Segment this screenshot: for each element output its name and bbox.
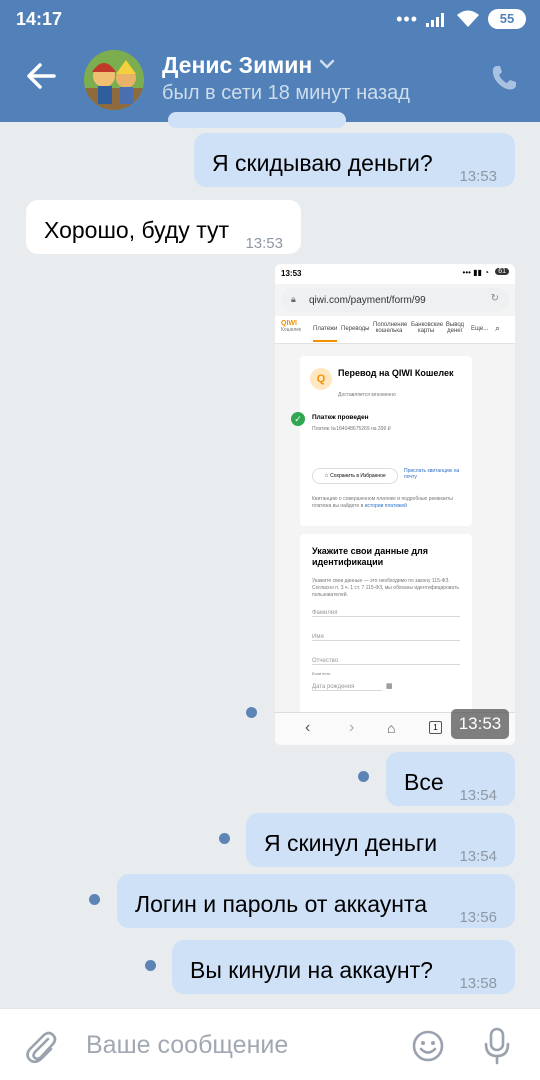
attachment-battery: 61 <box>495 268 509 275</box>
browser-back-icon: ‹ <box>305 719 311 736</box>
message-text: Логин и пароль от аккаунта <box>135 891 428 917</box>
battery-indicator: 55 <box>488 9 526 29</box>
message-time: 13:53 <box>245 235 283 252</box>
attachment-url-bar: 🔒︎ qiwi.com/payment/form/99 ↻ <box>281 288 509 312</box>
avatar-image <box>84 50 144 110</box>
attachment-status-time: 13:53 <box>281 269 302 278</box>
message-text: Вы кинули на аккаунт? <box>190 957 433 983</box>
nav-item: Пополнение кошелька <box>373 322 408 334</box>
message-bubble-partial <box>168 112 346 128</box>
qiwi-badge-icon: Q <box>310 368 332 390</box>
attachment-status-bar: 13:53 61 ••• ▮▮ ◔ <box>275 264 515 284</box>
message-composer: Ваше сообщение <box>0 1008 540 1080</box>
status-icons: ••• 55 <box>396 8 526 30</box>
message-time: 13:58 <box>459 975 497 992</box>
message-time: 13:54 <box>459 787 497 804</box>
nav-item: Переводы <box>341 326 370 332</box>
attachment-time: 13:53 <box>451 709 509 739</box>
top-bar: 14:17 ••• 55 Денис Зимин был в сети 18 м… <box>0 0 540 122</box>
contact-presence: был в сети 18 минут назад <box>162 82 410 104</box>
calendar-icon: ▦ <box>386 683 393 690</box>
history-link: истории платежей <box>364 503 407 509</box>
ident-note: Укажите свои данные — это необходимо по … <box>312 578 459 598</box>
microphone-icon[interactable] <box>482 1027 512 1065</box>
attachment-nav: QIWI Кошелек Платежи Переводы Пополнение… <box>275 316 515 344</box>
image-attachment[interactable]: 13:53 61 ••• ▮▮ ◔ 🔒︎ qiwi.com/payment/fo… <box>275 264 515 745</box>
unread-indicator <box>145 960 156 971</box>
message-text: Все <box>404 769 444 795</box>
field-hint: Если есть <box>312 671 331 676</box>
unread-indicator <box>219 833 230 844</box>
signal-icon <box>426 13 444 27</box>
message-bubble-incoming[interactable]: Хорошо, буду тут 13:53 <box>26 200 301 254</box>
wifi-icon <box>457 10 479 27</box>
message-bubble[interactable]: Все 13:54 <box>386 752 515 806</box>
success-check-icon: ✓ <box>291 412 305 426</box>
lock-icon: 🔒︎ <box>291 294 296 304</box>
receipt-note: Квитанцию о совершенном платеже и подроб… <box>312 496 462 510</box>
payment-result-card: Q Перевод на QIWI Кошелек Доставляется м… <box>291 356 472 526</box>
emoji-icon[interactable] <box>411 1029 445 1063</box>
message-time: 13:54 <box>459 848 497 865</box>
message-input[interactable]: Ваше сообщение <box>86 1031 288 1060</box>
nav-item: Вывод денег <box>445 322 465 334</box>
nav-item: Банковские карты <box>411 322 444 334</box>
attachment-search-icon: ⌕ <box>495 323 501 333</box>
status-time: 14:17 <box>16 9 63 29</box>
message-bubble[interactable]: Я скидываю деньги? 13:53 <box>194 133 515 187</box>
attachment-url: qiwi.com/payment/form/99 <box>309 295 426 306</box>
save-favorite-button: ☆ Сохранить в Избранное <box>312 468 398 484</box>
message-bubble[interactable]: Я скинул деньги 13:54 <box>246 813 515 867</box>
nav-item: Платежи <box>313 326 338 342</box>
message-bubble[interactable]: Логин и пароль от аккаунта 13:56 <box>117 874 515 928</box>
ident-title: Укажите свои данные для идентификации <box>312 546 429 567</box>
field-first-name: Имя <box>312 634 460 641</box>
identification-card: Укажите свои данные для идентификации Ук… <box>300 534 472 724</box>
chevron-down-icon[interactable] <box>318 58 336 70</box>
status-bar: 14:17 ••• 55 <box>0 0 540 38</box>
field-last-name: Фамилия <box>312 610 460 617</box>
field-birth-date: Дата рождения <box>312 684 382 691</box>
contact-avatar[interactable] <box>84 50 144 110</box>
browser-home-icon: ⌂ <box>387 720 396 736</box>
save-favorite-label: Сохранить в Избранное <box>330 473 386 479</box>
payment-subtitle: Доставляется мгновенно <box>338 392 396 398</box>
nav-item: Еще... <box>471 326 489 332</box>
back-arrow-icon[interactable] <box>26 62 56 90</box>
phone-icon[interactable] <box>490 64 518 92</box>
unread-indicator <box>246 707 257 718</box>
unread-indicator <box>358 771 369 782</box>
message-text: Я скидываю деньги? <box>212 150 433 176</box>
payment-number: Платеж №184048675269 на 399 ₽ <box>312 426 391 432</box>
unread-indicator <box>89 894 100 905</box>
paperclip-icon[interactable] <box>24 1029 58 1065</box>
field-patronymic: Отчество <box>312 658 460 665</box>
message-time: 13:53 <box>459 168 497 185</box>
browser-tabs-icon: 1 <box>429 721 442 734</box>
notification-dots-icon: ••• <box>396 9 418 29</box>
browser-forward-icon: › <box>349 719 355 736</box>
message-text: Я скинул деньги <box>264 830 438 856</box>
payment-title: Перевод на QIWI Кошелек <box>338 368 454 378</box>
qiwi-logo-sub: Кошелек <box>281 327 302 333</box>
qiwi-logo: QIWI Кошелек <box>281 320 301 333</box>
contact-name[interactable]: Денис Зимин <box>162 52 312 79</box>
payment-status: Платеж проведен <box>312 414 369 421</box>
qiwi-logo-text: QIWI <box>281 320 297 327</box>
send-receipt-link: Прислать квитанцию на почту <box>404 468 460 480</box>
message-bubble[interactable]: Вы кинули на аккаунт? 13:58 <box>172 940 515 994</box>
attachment-signal-icon: ••• ▮▮ ◔ <box>462 268 489 277</box>
message-text: Хорошо, буду тут <box>44 217 230 243</box>
message-time: 13:56 <box>459 909 497 926</box>
reload-icon: ↻ <box>490 293 499 304</box>
